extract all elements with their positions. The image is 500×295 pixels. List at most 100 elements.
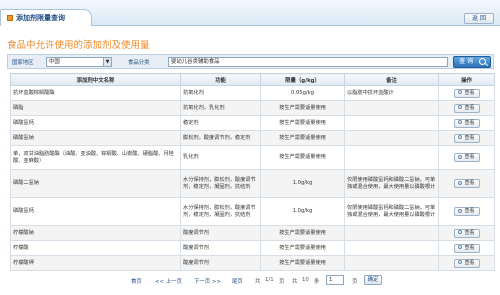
view-button[interactable]: 查看	[453, 179, 480, 188]
cell-function: 酸度调节剂	[180, 240, 261, 256]
cell-function: 抗氧化剂，乳化剂	[180, 100, 261, 116]
square-icon	[7, 15, 13, 21]
cell-limit: 按生产需要适量使用	[260, 255, 345, 271]
magnifier-icon	[458, 208, 463, 213]
back-button[interactable]: 返 回	[464, 13, 494, 24]
magnifier-icon	[458, 120, 463, 124]
page-tab: 添加剂限量查询	[0, 9, 92, 26]
go-button[interactable]: 确定	[364, 275, 382, 285]
table-row: 磷酸氢钙 稳定剂 按生产需要适量使用 查看	[10, 115, 495, 131]
table-row: 柠檬酸钾 酸度调节剂 按生产需要适量使用 查看	[10, 255, 495, 271]
page-number-input[interactable]: 1	[326, 275, 344, 285]
cell-name: 抗坏血酸棕榈酸酯	[10, 85, 181, 101]
view-button[interactable]: 查看	[453, 103, 480, 113]
cell-note	[344, 240, 439, 256]
cell-name: 磷酸氢钠	[10, 130, 181, 146]
view-button[interactable]: 查看	[453, 258, 480, 268]
cell-limit: 按生产需要适量使用	[260, 145, 345, 170]
cell-name: 柠檬酸钠	[10, 225, 181, 241]
cell-function: 膨松剂，酸度调节剂，稳定剂	[180, 130, 261, 146]
table-header-row: 添加剂中文名称 功能 限量（g/kg） 备注 操作	[10, 73, 495, 86]
table-row: 抗坏血酸棕榈酸酯 抗氧化剂 0.05g/kg 以脂肪中抗坏血酸计 查看	[10, 85, 495, 101]
header-function: 功能	[180, 73, 261, 86]
page-input-unit: 页	[352, 279, 358, 285]
cell-name: 磷脂	[10, 100, 181, 116]
table-row: 磷酸氢钠 膨松剂，酸度调节剂，稳定剂 按生产需要适量使用 查看	[10, 130, 495, 146]
cell-note	[344, 115, 439, 131]
page-info: 1/1	[265, 277, 274, 283]
view-button[interactable]: 查看	[453, 88, 480, 98]
category-label: 食品分类	[128, 60, 150, 66]
cell-limit: 0.05g/kg	[260, 85, 345, 101]
magnifier-icon	[458, 90, 463, 94]
cell-name: 磷酸二氢钠	[10, 169, 181, 198]
header-name: 添加剂中文名称	[10, 73, 181, 86]
magnifier-icon	[458, 180, 463, 185]
magnifier-icon	[458, 105, 463, 109]
cell-note: 仅限使用磷酸氢钙和磷酸二氢钠，可单独或混合使用，最大使用量以磷酸根计	[344, 197, 439, 226]
country-select[interactable]: 中国 ▼	[46, 57, 112, 67]
cell-limit: 1.0g/kg	[260, 197, 345, 226]
page-heading: 食品中允许使用的添加剂及使用量	[7, 40, 150, 51]
cell-function: 乳化剂	[180, 145, 261, 170]
magnifier-icon	[458, 154, 463, 159]
last-page-link[interactable]: 尾页	[232, 277, 243, 285]
prev-page-link[interactable]: << 上一页	[155, 277, 182, 285]
pagination: 首页 << 上一页 下一页 >> 尾页 共 1/1 页 共 10 条 1 页 确…	[0, 275, 500, 287]
page-tab-title: 添加剂限量查询	[16, 14, 65, 22]
table-row: 磷酸氢钙 水分保持剂，膨松剂，酸度调节剂，稳定剂，凝固剂，抗结剂 1.0g/kg…	[10, 197, 495, 226]
search-button-label: 查 询	[459, 58, 474, 65]
table-row: 单，双甘油脂肪酸酯（油酸、亚油酸、棕榈酸、山嵛酸、硬脂酸、月桂酸、亚麻酸） 乳化…	[10, 145, 495, 170]
record-count: 10	[302, 277, 309, 283]
cell-name: 磷酸氢钙	[10, 197, 181, 226]
search-button[interactable]: 查 询	[453, 56, 491, 68]
magnifier-icon	[458, 135, 463, 139]
cell-note: 仅限使用磷酸氢钙和磷酸二氢钠，可单独或混合使用，最大使用量以磷酸根计	[344, 169, 439, 198]
record-count-unit: 条	[314, 279, 320, 285]
first-page-link[interactable]: 首页	[131, 277, 142, 285]
additive-table: 添加剂中文名称 功能 限量（g/kg） 备注 操作 抗坏血酸棕榈酸酯 抗氧化剂 …	[10, 73, 495, 271]
search-icon	[479, 58, 486, 65]
cell-function: 酸度调节剂	[180, 225, 261, 241]
table-row: 柠檬酸 酸度调节剂 按生产需要适量使用 查看	[10, 240, 495, 256]
view-button[interactable]: 查看	[453, 207, 480, 216]
cell-limit: 按生产需要适量使用	[260, 130, 345, 146]
cell-name: 柠檬酸钾	[10, 255, 181, 271]
view-button[interactable]: 查看	[453, 133, 480, 143]
cell-limit: 按生产需要适量使用	[260, 240, 345, 256]
search-bar: 国家地区 中国 ▼ 食品分类 婴幼儿谷类辅助食品 查 询	[7, 54, 494, 69]
cell-note	[344, 145, 439, 170]
cell-limit: 按生产需要适量使用	[260, 100, 345, 116]
table-row: 磷脂 抗氧化剂，乳化剂 按生产需要适量使用 查看	[10, 100, 495, 116]
next-page-link[interactable]: 下一页 >>	[194, 277, 221, 285]
view-button[interactable]: 查看	[453, 153, 480, 162]
cell-limit: 1.0g/kg	[260, 169, 345, 198]
country-value: 中国	[49, 59, 60, 65]
header-note: 备注	[344, 73, 439, 86]
magnifier-icon	[458, 245, 463, 249]
table-row: 磷酸二氢钠 水分保持剂，膨松剂，酸度调节剂，稳定剂，凝固剂，抗结剂 1.0g/k…	[10, 169, 495, 198]
view-button[interactable]: 查看	[453, 243, 480, 253]
cell-note	[344, 255, 439, 271]
cell-limit: 按生产需要适量使用	[260, 225, 345, 241]
page-info-unit: 页	[279, 279, 285, 285]
view-button[interactable]: 查看	[453, 228, 480, 238]
page-info-prefix: 共	[255, 279, 261, 285]
cell-note	[344, 100, 439, 116]
cell-function: 水分保持剂，膨松剂，酸度调节剂，稳定剂，凝固剂，抗结剂	[180, 197, 261, 226]
cell-function: 抗氧化剂	[180, 85, 261, 101]
cell-note	[344, 225, 439, 241]
category-input[interactable]: 婴幼儿谷类辅助食品	[168, 57, 448, 67]
view-button[interactable]: 查看	[453, 118, 480, 128]
title-bar: 添加剂限量查询 返 回	[0, 0, 500, 26]
cell-name: 单，双甘油脂肪酸酯（油酸、亚油酸、棕榈酸、山嵛酸、硬脂酸、月桂酸、亚麻酸）	[10, 145, 181, 170]
record-count-prefix: 共	[292, 279, 298, 285]
cell-note: 以脂肪中抗坏血酸计	[344, 85, 439, 101]
cell-limit: 按生产需要适量使用	[260, 115, 345, 131]
cell-function: 水分保持剂，膨松剂，酸度调节剂，稳定剂，凝固剂，抗结剂	[180, 169, 261, 198]
country-label: 国家地区	[12, 60, 34, 66]
magnifier-icon	[458, 260, 463, 264]
table-row: 柠檬酸钠 酸度调节剂 按生产需要适量使用 查看	[10, 225, 495, 241]
header-limit: 限量（g/kg）	[260, 73, 345, 86]
chevron-down-icon[interactable]: ▼	[103, 58, 111, 66]
